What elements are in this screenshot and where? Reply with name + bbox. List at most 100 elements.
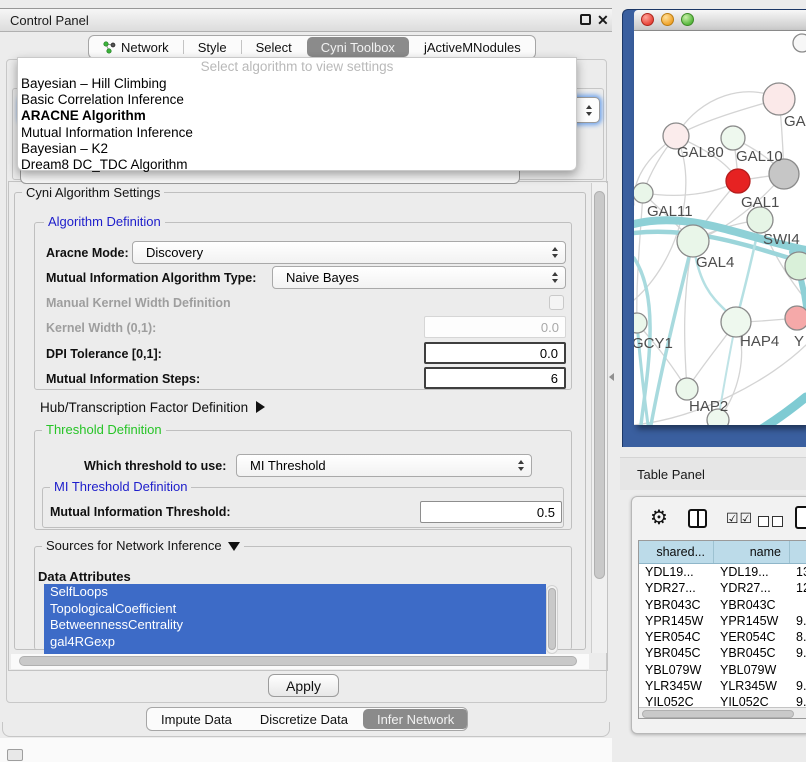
network-node[interactable]	[763, 83, 795, 115]
table-hscrollbar-thumb[interactable]	[642, 710, 794, 718]
column-header-third[interactable]	[790, 541, 806, 563]
attr-list-scrollbar-thumb[interactable]	[548, 588, 556, 650]
split-divider-arrow[interactable]	[609, 373, 614, 381]
settings-vscrollbar[interactable]	[591, 183, 607, 653]
tab-infer-network[interactable]: Infer Network	[363, 709, 468, 729]
table-row[interactable]: YDL19...YDL19...13	[639, 564, 806, 580]
manual-kernel-checkbox[interactable]	[549, 295, 564, 310]
algorithm-option[interactable]: Bayesian – Hill Climbing	[18, 76, 576, 92]
tab-impute-data[interactable]: Impute Data	[147, 708, 246, 730]
table-cell[interactable]: 8.	[790, 629, 806, 645]
sources-group-title[interactable]: Sources for Network Inference	[42, 539, 244, 552]
table-row[interactable]: YBL079WYBL079W	[639, 662, 806, 678]
tab-cyni-toolbox[interactable]: Cyni Toolbox	[307, 37, 409, 57]
gear-icon[interactable]: ⚙	[650, 508, 668, 528]
mi-steps-input[interactable]	[424, 367, 566, 389]
table-cell[interactable]: YPR145W	[639, 613, 714, 629]
table-cell[interactable]: YER054C	[714, 629, 790, 645]
network-node[interactable]	[785, 306, 806, 330]
table-cell[interactable]: YDR27...	[714, 580, 790, 596]
table-cell[interactable]: YBL079W	[714, 662, 790, 678]
attribute-item[interactable]: TopologicalCoefficient	[44, 601, 546, 618]
attribute-item[interactable]: SelfLoops	[44, 584, 546, 601]
table-cell[interactable]: YBR043C	[714, 597, 790, 613]
table-cell[interactable]: 9.	[790, 678, 806, 694]
aracne-mode-combo[interactable]: Discovery	[132, 241, 566, 264]
deselect-all-icon[interactable]	[758, 514, 786, 532]
algorithm-option[interactable]: Mutual Information Inference	[18, 125, 576, 141]
which-threshold-combo[interactable]: MI Threshold	[236, 454, 532, 477]
kernel-width-label: Kernel Width (0,1):	[46, 321, 156, 335]
tab-style[interactable]: Style	[184, 36, 241, 58]
column-header-shared[interactable]: shared...	[639, 541, 714, 563]
close-traffic-light[interactable]	[641, 13, 654, 26]
network-node[interactable]	[677, 225, 709, 257]
network-node[interactable]	[721, 126, 745, 150]
new-table-icon[interactable]	[795, 506, 806, 529]
tab-discretize-data[interactable]: Discretize Data	[246, 708, 362, 730]
network-window-titlebar[interactable]	[634, 10, 806, 31]
column-header-name[interactable]: name	[714, 541, 790, 563]
minimize-traffic-light[interactable]	[661, 13, 674, 26]
split-columns-icon[interactable]	[688, 509, 707, 528]
algorithm-option[interactable]: ARACNE Algorithm	[18, 108, 576, 124]
table-cell[interactable]: YBR045C	[639, 645, 714, 661]
algorithm-option[interactable]: Bayesian – K2	[18, 141, 576, 157]
table-cell[interactable]: YDR27...	[639, 580, 714, 596]
zoom-traffic-light[interactable]	[681, 13, 694, 26]
table-hscrollbar[interactable]	[639, 707, 806, 719]
dpi-tolerance-input[interactable]	[424, 342, 566, 364]
settings-hscrollbar[interactable]	[11, 654, 589, 669]
close-icon[interactable]: ✕	[597, 13, 609, 27]
network-node[interactable]	[785, 252, 806, 280]
network-node[interactable]	[726, 169, 750, 193]
apply-button[interactable]: Apply	[268, 674, 339, 697]
table-cell[interactable]: YDL19...	[639, 564, 714, 580]
network-node[interactable]	[634, 183, 653, 203]
attr-list-scrollbar[interactable]	[546, 585, 558, 654]
tab-network[interactable]: Network	[89, 36, 183, 58]
table-cell[interactable]	[790, 662, 806, 678]
table-cell[interactable]: YBR045C	[714, 645, 790, 661]
kernel-width-input[interactable]	[424, 316, 566, 338]
table-cell[interactable]: 13	[790, 564, 806, 580]
top-tabbar: Network Style Select Cyni Toolbox jActiv…	[88, 35, 536, 59]
settings-vscrollbar-thumb[interactable]	[594, 191, 605, 579]
table-cell[interactable]: YPR145W	[714, 613, 790, 629]
table-row[interactable]: YLR345WYLR345W9.	[639, 678, 806, 694]
table-row[interactable]: YER054CYER054C8.	[639, 629, 806, 645]
algorithm-option[interactable]: Basic Correlation Inference	[18, 92, 576, 108]
attribute-item[interactable]: BetweennessCentrality	[44, 617, 546, 634]
network-node[interactable]	[676, 378, 698, 400]
hub-section-toggle[interactable]: Hub/Transcription Factor Definition	[40, 400, 265, 415]
network-node[interactable]	[793, 34, 806, 52]
network-node[interactable]	[634, 313, 647, 333]
network-canvas[interactable]: GAL7GAL80GAL10GAL1GAL11SWI4GAL4GCY1HAP4Y…	[634, 31, 806, 425]
table-cell[interactable]: YDL19...	[714, 564, 790, 580]
table-row[interactable]: YDR27...YDR27...12	[639, 580, 806, 596]
table-cell[interactable]: YER054C	[639, 629, 714, 645]
collapsed-panel-icon[interactable]	[7, 749, 23, 761]
tab-jactivemnodules[interactable]: jActiveMNodules	[410, 36, 535, 58]
table-row[interactable]: YBR045CYBR045C9.	[639, 645, 806, 661]
table-cell[interactable]	[790, 597, 806, 613]
table-cell[interactable]: YLR345W	[639, 678, 714, 694]
attribute-item[interactable]: gal4RGexp	[44, 634, 546, 651]
table-row[interactable]: YBR043CYBR043C	[639, 597, 806, 613]
select-all-checks-icon[interactable]: ☑☑	[726, 510, 753, 527]
algorithm-option[interactable]: Dream8 DC_TDC Algorithm	[18, 157, 576, 173]
control-panel-titlebar[interactable]: Control Panel	[0, 8, 612, 32]
mi-threshold-input[interactable]	[420, 501, 562, 523]
table-cell[interactable]: 9.	[790, 613, 806, 629]
tab-select[interactable]: Select	[242, 36, 306, 58]
table-cell[interactable]: YBR043C	[639, 597, 714, 613]
table-cell[interactable]: 12	[790, 580, 806, 596]
table-cell[interactable]: 9.	[790, 645, 806, 661]
mi-algorithm-type-combo[interactable]: Naive Bayes	[272, 266, 566, 289]
table-cell[interactable]: YLR345W	[714, 678, 790, 694]
settings-hscrollbar-thumb[interactable]	[19, 656, 577, 666]
table-row[interactable]: YPR145WYPR145W9.	[639, 613, 806, 629]
table-cell[interactable]: YBL079W	[639, 662, 714, 678]
float-window-icon[interactable]	[580, 14, 591, 25]
table-panel-header[interactable]: Table Panel	[620, 457, 806, 490]
